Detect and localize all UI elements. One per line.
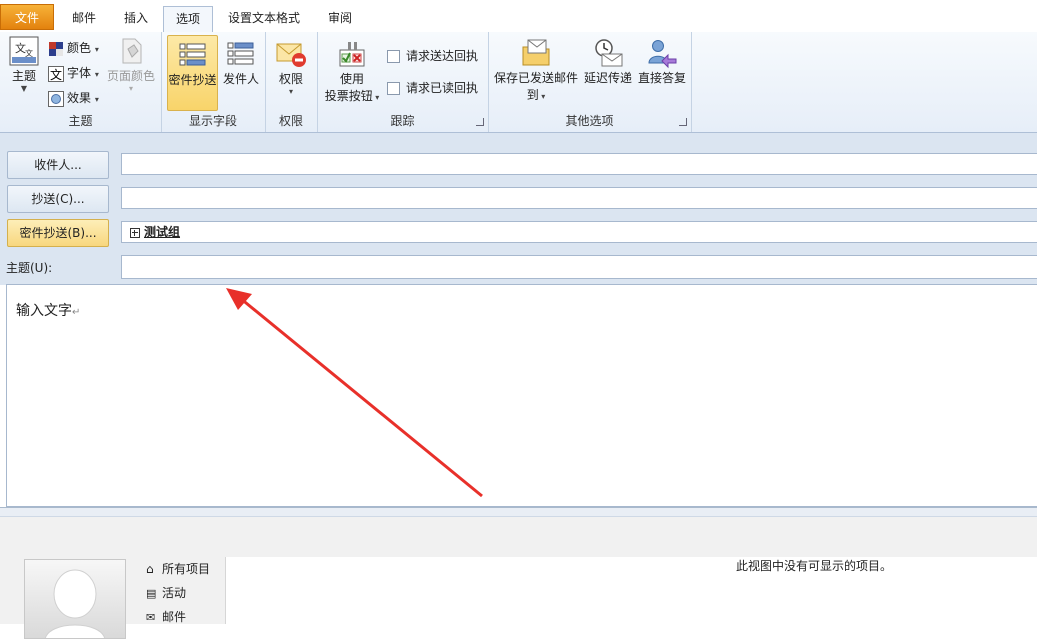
themes-group-label: 主题 (68, 114, 93, 128)
delivery-receipt-label: 请求送达回执 (406, 49, 479, 63)
delay-delivery-button[interactable]: 延迟传递 (582, 35, 634, 107)
fonts-icon: 文 (48, 65, 64, 82)
nav-activities[interactable]: ▤ 活动 (146, 581, 226, 605)
delay-delivery-label: 延迟传递 (583, 71, 632, 85)
colors-button[interactable]: 颜色 ▾ (48, 38, 99, 58)
bcc-button[interactable]: 密件抄送(B)... (7, 219, 109, 247)
home-icon: ⌂ (146, 562, 154, 576)
subject-field[interactable] (121, 255, 1037, 279)
bcc-icon (177, 39, 209, 71)
save-sent-item-button[interactable]: 保存已发送邮件 到 ▾ (492, 35, 580, 109)
message-body[interactable]: 输入文字↵ (6, 284, 1037, 507)
list-icon: ▤ (146, 587, 157, 600)
delivery-receipt-checkbox[interactable]: 请求送达回执 (387, 46, 478, 66)
chevron-down-icon: ▾ (128, 84, 133, 93)
save-sent-label-line2: 到 (526, 88, 539, 102)
tab-insert[interactable]: 插入 (112, 6, 160, 32)
svg-text:文: 文 (25, 48, 33, 58)
tab-review[interactable]: 审阅 (316, 6, 364, 32)
nav-all-items[interactable]: ⌂ 所有项目 (146, 557, 226, 581)
show-fields-group: 密件抄送 发件人 显示字段 (161, 32, 266, 132)
contact-photo-placeholder (24, 559, 126, 639)
tracking-group-label: 跟踪 (390, 114, 415, 128)
tab-file[interactable]: 文件 (0, 4, 54, 30)
tab-mail[interactable]: 邮件 (60, 6, 108, 32)
effects-button[interactable]: 效果 ▾ (48, 88, 99, 108)
tracking-group: 使用 投票按钮 ▾ 请求送达回执 请求已读回执 跟踪 (317, 32, 489, 132)
themes-button[interactable]: 文 文 主题 ▼ (4, 35, 44, 107)
nav-mail[interactable]: ✉ 邮件 (146, 605, 226, 629)
folder-envelope-icon (520, 37, 552, 69)
bcc-toggle-button[interactable]: 密件抄送 (167, 35, 218, 111)
more-options-group-label: 其他选项 (565, 114, 614, 128)
permission-label: 权限 (278, 72, 303, 86)
checkbox-box[interactable] (387, 82, 400, 95)
show-fields-group-label: 显示字段 (188, 114, 237, 128)
direct-replies-button[interactable]: 直接答复 (636, 35, 688, 107)
effects-label: 效果 (67, 91, 92, 105)
nav-mail-label: 邮件 (162, 610, 187, 624)
user-arrow-icon (646, 37, 678, 69)
permission-group-label: 权限 (278, 114, 303, 128)
message-header: 收件人... 抄送(C)... 密件抄送(B)... 测试组 主题(U): (0, 133, 1037, 285)
from-toggle-label: 发件人 (222, 72, 259, 86)
people-pane: ⌂ 所有项目 ▤ 活动 ✉ 邮件 此视图中没有可显示的项目。 (0, 517, 1037, 639)
themes-icon: 文 文 (8, 35, 40, 67)
people-pane-content: 此视图中没有可显示的项目。 (225, 557, 1037, 624)
dialog-launcher-icon[interactable] (679, 118, 687, 126)
page-color-label: 页面颜色 (106, 69, 155, 83)
cc-field[interactable] (121, 187, 1037, 209)
expand-group-icon[interactable] (130, 227, 140, 238)
fonts-label: 字体 (67, 66, 92, 80)
clock-envelope-icon (592, 37, 624, 69)
from-toggle-button[interactable]: 发件人 (220, 35, 262, 107)
body-text-content: 输入文字 (16, 303, 72, 319)
voting-label-line1: 使用 (339, 72, 364, 86)
paragraph-mark-icon: ↵ (72, 307, 81, 318)
to-field[interactable] (121, 153, 1037, 175)
themes-button-label: 主题 (11, 69, 36, 83)
subject-label: 主题(U): (6, 261, 53, 275)
chevron-down-icon: ▼ (20, 84, 28, 93)
checkbox-box[interactable] (387, 50, 400, 63)
tab-options[interactable]: 选项 (163, 6, 213, 33)
permission-button[interactable]: 权限 ▾ (271, 35, 311, 107)
body-text: 输入文字↵ (16, 300, 80, 320)
to-button[interactable]: 收件人... (7, 151, 109, 179)
save-sent-label-line1: 保存已发送邮件 (493, 71, 578, 85)
mail-icon: ✉ (146, 611, 156, 624)
voting-icon (336, 38, 368, 70)
voting-label-line2: 投票按钮 (324, 89, 373, 103)
nav-activities-label: 活动 (162, 586, 187, 600)
direct-replies-label: 直接答复 (637, 71, 686, 85)
read-receipt-checkbox[interactable]: 请求已读回执 (387, 78, 478, 98)
bcc-toggle-label: 密件抄送 (168, 73, 217, 87)
themes-group: 文 文 主题 ▼ 颜色 ▾ 文字体 ▾ 效果 ▾ 页面颜色 ▾ 主题 (0, 32, 162, 132)
dialog-launcher-icon[interactable] (476, 118, 484, 126)
tab-format-text[interactable]: 设置文本格式 (218, 6, 310, 32)
page-color-icon (115, 35, 147, 67)
cc-button[interactable]: 抄送(C)... (7, 185, 109, 213)
page-color-button[interactable]: 页面颜色 ▾ (106, 35, 156, 107)
colors-label: 颜色 (67, 41, 92, 55)
bcc-field[interactable]: 测试组 (121, 221, 1037, 243)
read-receipt-label: 请求已读回执 (406, 81, 479, 95)
envelope-no-entry-icon (275, 38, 307, 70)
voting-buttons-button[interactable]: 使用 投票按钮 ▾ (321, 35, 383, 109)
permission-group: 权限 ▾ 权限 (265, 32, 318, 132)
svg-text:文: 文 (50, 67, 62, 82)
pane-splitter[interactable] (0, 507, 1037, 517)
effects-icon (48, 90, 64, 107)
more-options-group: 保存已发送邮件 到 ▾ 延迟传递 直接答复 其他选项 (488, 32, 692, 132)
bcc-recipient[interactable]: 测试组 (144, 225, 180, 239)
fonts-button[interactable]: 文字体 ▾ (48, 63, 99, 83)
from-icon (225, 38, 257, 70)
people-pane-nav: ⌂ 所有项目 ▤ 活动 ✉ 邮件 (146, 557, 226, 629)
ribbon-tab-bar: 文件 邮件 插入 选项 设置文本格式 审阅 (0, 0, 1037, 33)
colors-icon (48, 41, 64, 57)
empty-view-message: 此视图中没有可显示的项目。 (736, 559, 893, 573)
chevron-down-icon: ▾ (288, 87, 293, 96)
ribbon: 文 文 主题 ▼ 颜色 ▾ 文字体 ▾ 效果 ▾ 页面颜色 ▾ 主题 密件抄送 … (0, 32, 1037, 133)
nav-all-items-label: 所有项目 (162, 562, 211, 576)
